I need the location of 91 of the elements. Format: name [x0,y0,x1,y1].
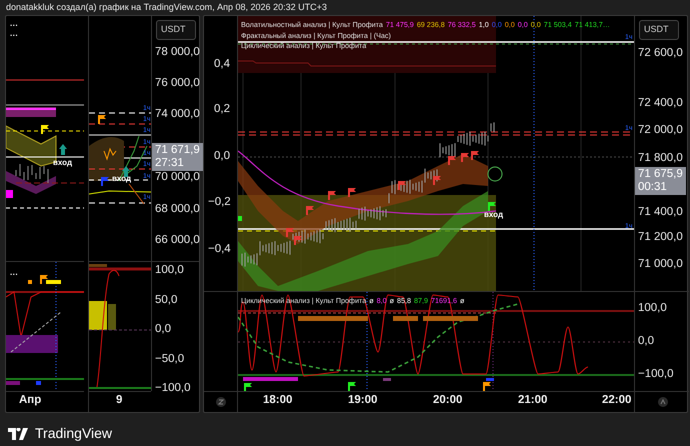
flag-icon [488,202,496,211]
brand-name: TradingView [35,424,112,443]
time-axis-label: Апр [19,393,42,408]
scale-mode-icon[interactable] [658,397,668,407]
collapsed-legend-marker: ··· [10,30,18,42]
current-price: 71 671,9 [155,144,200,157]
channel-band [6,171,56,194]
signal-strip [383,378,391,381]
oscillator-axis-label: 100,0 [155,264,184,277]
price-axis-label: 66 000,0 [155,234,200,247]
indicator-axis-label: 0,0 [214,150,230,163]
bar-countdown: 00:31 [638,181,668,194]
oscillator-axis-label: 0,0 [638,335,654,348]
zigzag-line [128,184,144,204]
level-line [89,168,151,170]
indicator-line [89,190,151,194]
level-line [89,202,151,204]
oscillator-axis-label: 50,0 [155,294,178,307]
circle-marker [488,166,502,182]
level-line [89,134,151,136]
histogram-block [6,335,58,353]
indicator-line [6,108,56,110]
signal-strip [6,381,20,385]
collapsed-legend-marker: ··· [10,20,18,32]
time-axis-label: 19:00 [348,393,378,408]
time-axis-label: 21:00 [518,393,548,408]
price-axis-label: 74 000,0 [155,108,200,121]
signal-strip [36,381,41,385]
price-axis-label: 71 000,0 [638,258,683,271]
level-line [16,182,84,184]
indicator-axis-label: 0,2 [214,103,230,116]
marker-square [6,190,13,198]
price-axis-label: 72 000,0 [638,124,683,137]
indicator-axis-label: −0,4 [208,243,231,256]
current-price: 71 675,9 [638,168,683,181]
oversold-line [89,387,151,389]
time-axis-label: 20:00 [433,393,462,408]
marker-square [238,216,242,221]
time-axis-label: 9 [116,393,122,408]
flag-icon [101,177,109,186]
candlestick-series [16,164,48,184]
flag-icon [41,125,49,134]
flag-icon [483,382,491,391]
chart-author-caption: donatakkluk создал(а) график на TradingView.com, Апр 08, 2026 20:32 UTC+3 [5,1,328,14]
bar-countdown: 27:31 [155,157,185,170]
signal-strip [89,264,107,267]
flag-icon [348,188,356,197]
signal-line [10,312,62,352]
zigzag-line [104,148,116,161]
oscillator-axis-label: −100,0 [155,382,190,395]
overbought-line [89,268,151,270]
signal-strip [243,377,298,381]
signal-strip [393,316,418,321]
level-line [89,112,151,114]
indicator-axis-label: 0,4 [214,58,230,71]
signal-strip [46,280,61,284]
oscillator-axis-label: −50,0 [155,353,184,366]
signal-label: вход [484,209,504,221]
price-axis-label: 71 200,0 [638,231,683,244]
flag-icon [40,275,48,284]
indicator-axis-label: −0,2 [208,196,231,209]
price-axis-label: 72 600,0 [638,47,683,60]
oscillator-axis-label: 0,0 [155,323,171,336]
logo-icon [8,428,30,440]
time-axis-label: 22:00 [602,393,632,408]
price-axis-label: 72 400,0 [638,97,683,110]
flag-icon [398,181,406,190]
oscillator-axis-label: 100,0 [638,302,667,315]
time-axis-label: 18:00 [263,393,292,408]
arrow-icon [122,166,130,177]
signal-strip [28,280,32,284]
flag-icon [433,176,441,185]
flag-icon [306,206,314,215]
signal-strip [423,316,478,321]
price-axis-label: 76 000,0 [155,77,200,90]
signal-strip [486,378,494,381]
price-axis-label: 68 000,0 [155,203,200,216]
signal-strip [298,316,368,321]
flag-icon [244,383,252,391]
collapsed-legend-marker: ··· [10,269,18,281]
oscillator-axis-label: −100,0 [638,368,674,381]
flag-icon [328,191,336,200]
price-axis-label: 78 000,0 [155,46,200,59]
arrow-icon [59,144,67,155]
scale-mode-icon[interactable] [216,397,226,407]
flag-icon [98,115,106,124]
price-axis-label: 70 000,0 [155,171,200,184]
flag-icon [348,382,356,391]
signal-label: вход [53,157,72,169]
price-axis-label: 71 800,0 [638,152,683,165]
price-axis-label: 71 400,0 [638,206,683,219]
